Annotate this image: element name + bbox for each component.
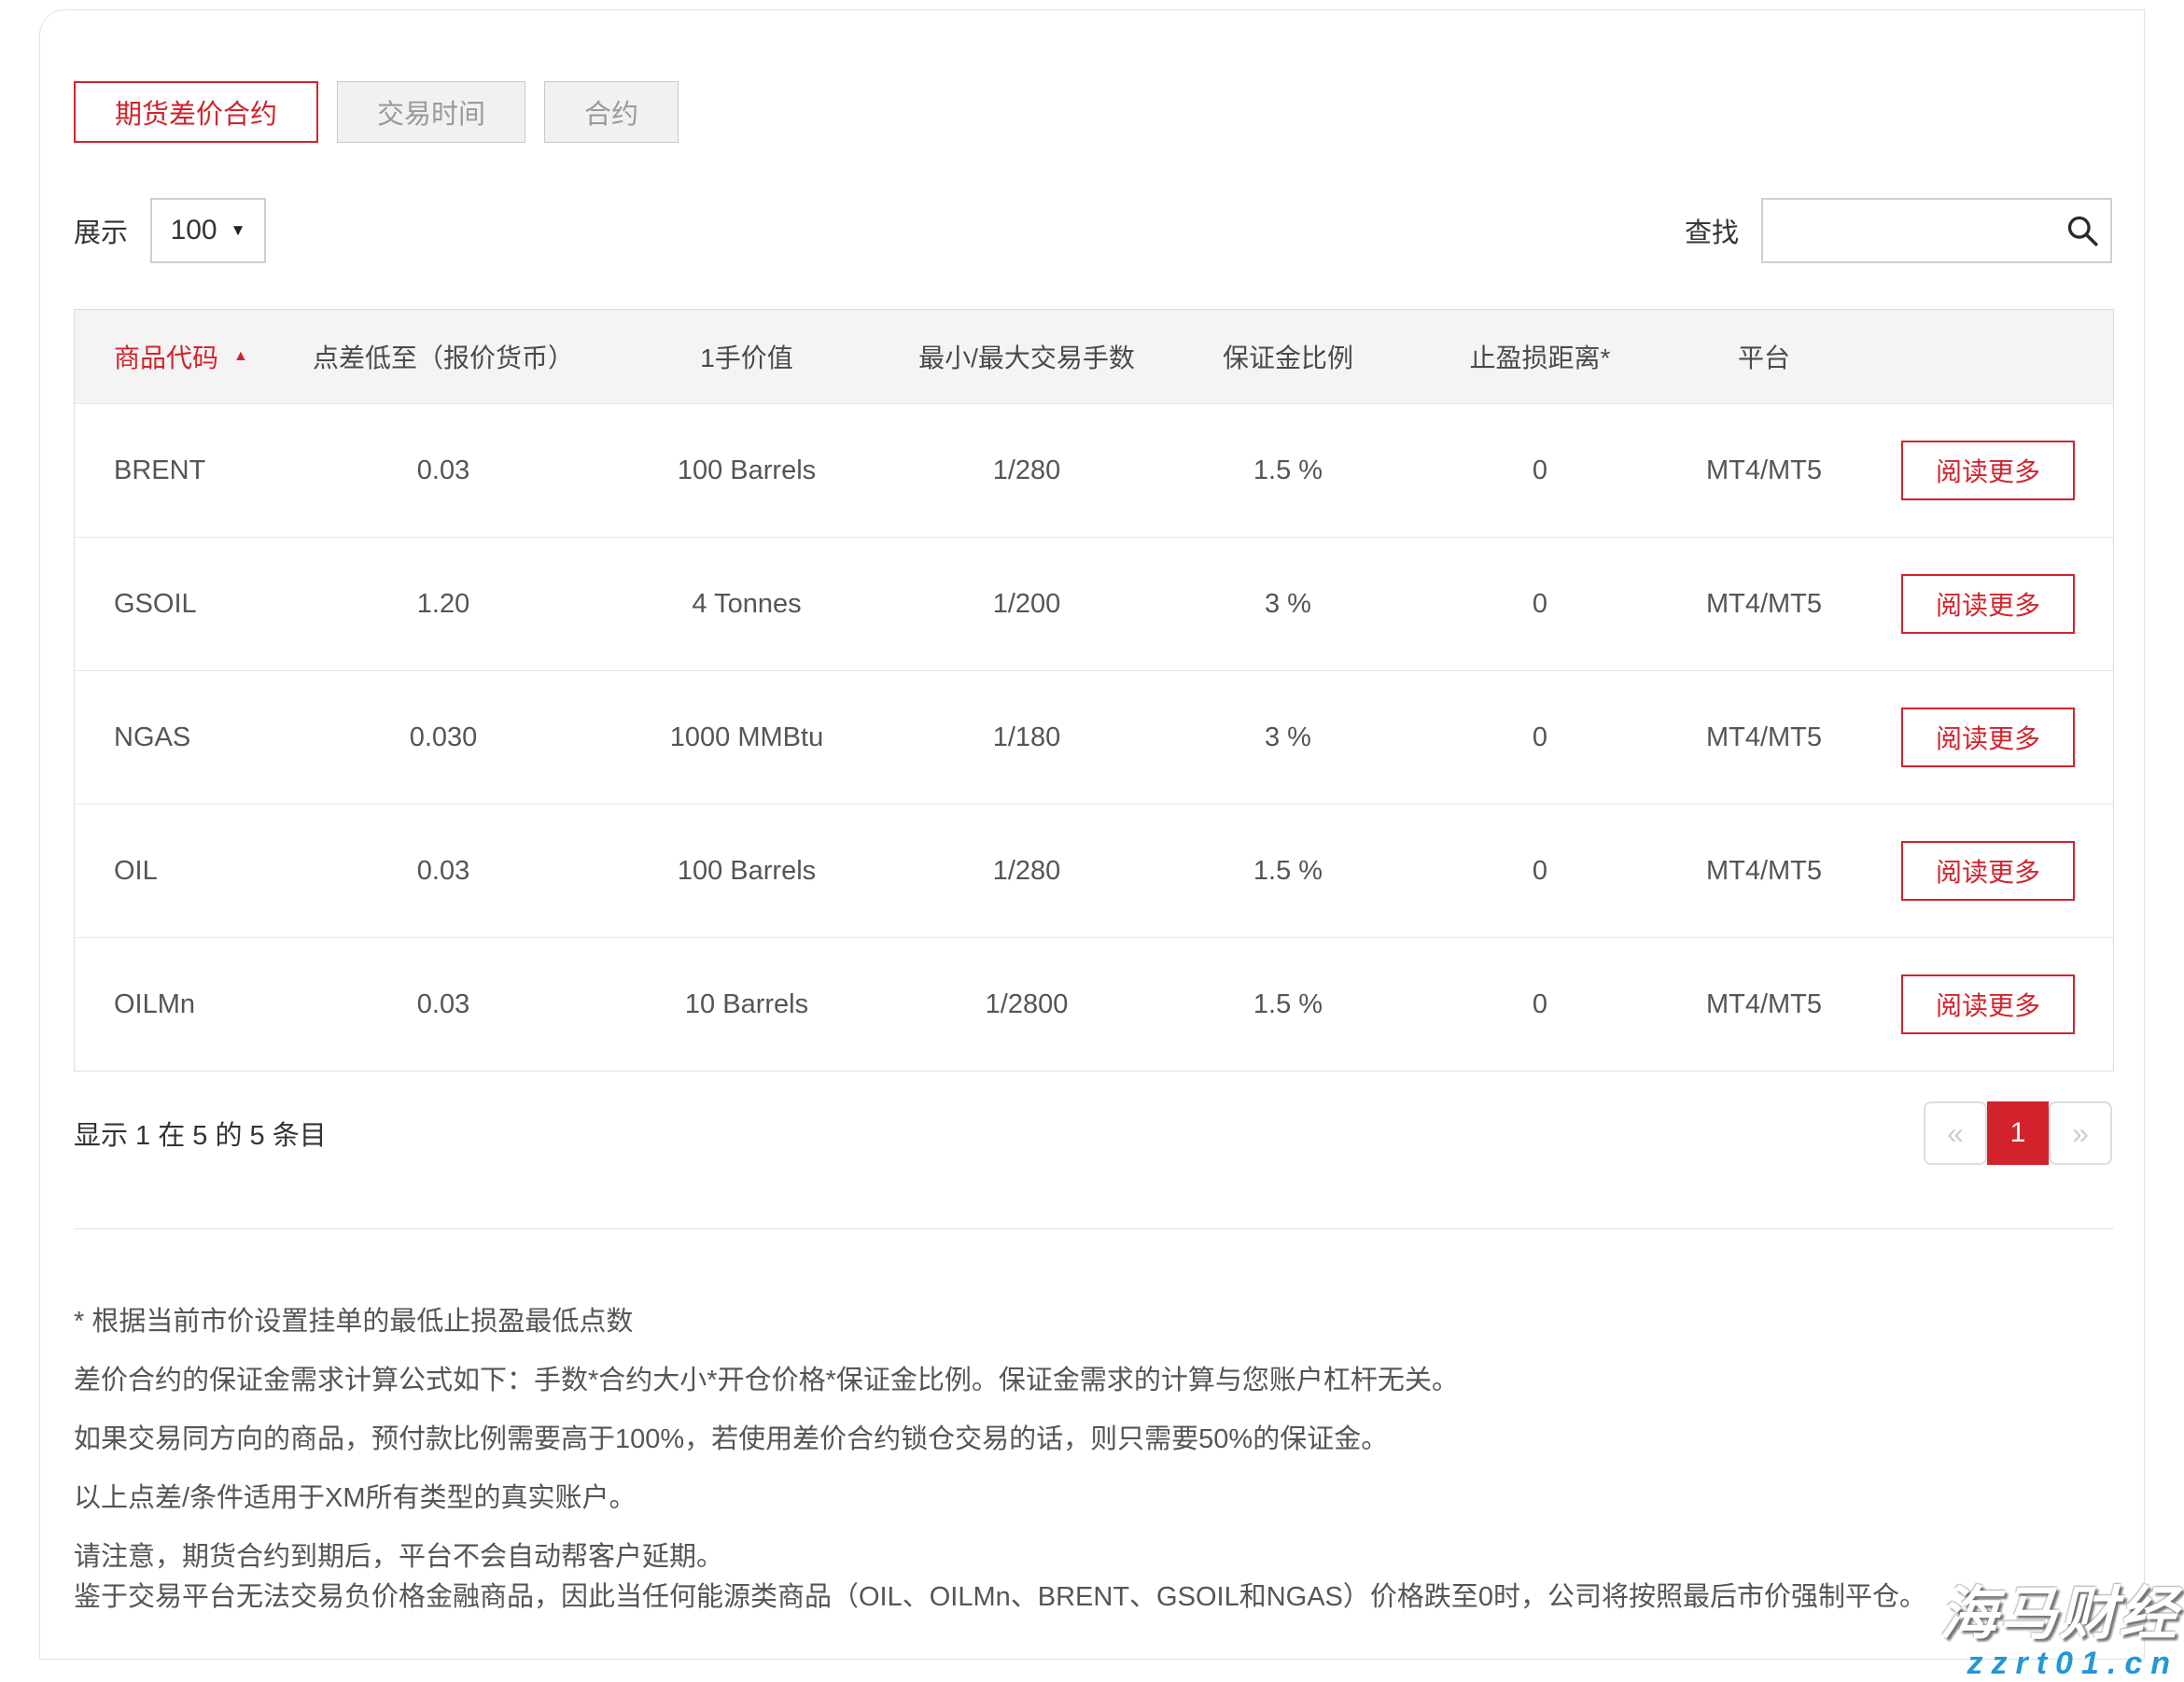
table-controls: 展示 100 ▼ 查找 — [74, 197, 2112, 264]
cell-lot-value: 100 Barrels — [597, 856, 896, 887]
cell-stop-distance: 0 — [1419, 989, 1661, 1020]
cell-min-max: 1/200 — [896, 589, 1157, 620]
cell-margin: 1.5 % — [1157, 989, 1419, 1020]
cell-platform: MT4/MT5 — [1661, 456, 1867, 486]
cell-spread: 0.030 — [289, 722, 597, 753]
cell-actions: 阅读更多 — [1867, 974, 2109, 1034]
footnote-stop-level: * 根据当前市价设置挂单的最低止损盈最低点数 — [74, 1306, 2052, 1339]
footnote-negative-prices: 鉴于交易平台无法交易负价格金融商品，因此当任何能源类商品（OIL、OILMn、B… — [74, 1581, 2052, 1614]
page-size-control: 展示 100 ▼ — [74, 198, 266, 263]
footnote-margin-formula: 差价合约的保证金需求计算公式如下：手数*合约大小*开仓价格*保证金比例。保证金需… — [74, 1365, 2052, 1397]
table-row-gsoil: GSOIL 1.20 4 Tonnes 1/200 3 % 0 MT4/MT5 … — [75, 537, 2113, 670]
divider — [74, 1228, 2114, 1229]
cell-margin: 3 % — [1157, 722, 1419, 753]
sort-asc-icon: ▲ — [233, 348, 248, 365]
read-more-button[interactable]: 阅读更多 — [1901, 441, 2075, 500]
cell-margin: 1.5 % — [1157, 456, 1419, 486]
instruments-table: 商品代码 ▲ 点差低至（报价货币） 1手价值 最小/最大交易手数 保证金比例 止… — [74, 309, 2114, 1072]
cell-lot-value: 100 Barrels — [597, 456, 896, 486]
cell-spread: 0.03 — [289, 856, 597, 887]
page-size-select[interactable]: 100 ▼ — [150, 198, 266, 263]
cell-actions: 阅读更多 — [1867, 708, 2109, 767]
cell-lot-value: 1000 MMBtu — [597, 722, 896, 753]
cell-symbol: NGAS — [75, 722, 289, 753]
search-input[interactable] — [1761, 198, 2112, 263]
cell-actions: 阅读更多 — [1867, 441, 2109, 500]
cell-platform: MT4/MT5 — [1661, 589, 1867, 620]
read-more-button[interactable]: 阅读更多 — [1901, 708, 2075, 767]
column-header-margin[interactable]: 保证金比例 — [1157, 338, 1419, 375]
search-control: 查找 — [1685, 198, 2112, 263]
watermark-title: 海马财经 — [1939, 1585, 2178, 1645]
pagination: 显示 1 在 5 的 5 条目 « 1 » — [74, 1100, 2112, 1166]
cell-min-max: 1/180 — [896, 722, 1157, 753]
cell-platform: MT4/MT5 — [1661, 856, 1867, 887]
tab-trading-hours[interactable]: 交易时间 — [337, 81, 525, 143]
cell-actions: 阅读更多 — [1867, 841, 2109, 901]
page-size-value: 100 — [171, 215, 217, 246]
entries-summary: 显示 1 在 5 的 5 条目 — [74, 1114, 327, 1153]
search-box — [1761, 198, 2112, 263]
cell-stop-distance: 0 — [1419, 589, 1661, 620]
read-more-button[interactable]: 阅读更多 — [1901, 574, 2075, 634]
column-header-lot-value[interactable]: 1手价值 — [597, 338, 896, 375]
cell-symbol: BRENT — [75, 456, 289, 486]
cell-spread: 1.20 — [289, 589, 597, 620]
cell-spread: 0.03 — [289, 456, 597, 486]
chevron-down-icon: ▼ — [231, 221, 246, 240]
watermark-site: zzrt01.cn — [1939, 1645, 2178, 1682]
column-header-min-max[interactable]: 最小/最大交易手数 — [896, 338, 1157, 375]
cell-stop-distance: 0 — [1419, 456, 1661, 486]
table-row-ngas: NGAS 0.030 1000 MMBtu 1/180 3 % 0 MT4/MT… — [75, 670, 2113, 804]
prev-page-button[interactable]: « — [1924, 1101, 1987, 1165]
tab-contracts[interactable]: 合约 — [544, 81, 679, 143]
column-header-symbol-label: 商品代码 — [114, 338, 218, 375]
cell-symbol: GSOIL — [75, 589, 289, 620]
search-label: 查找 — [1685, 211, 1739, 250]
footnote-expiry: 请注意，期货合约到期后，平台不会自动帮客户延期。 — [74, 1541, 2052, 1574]
read-more-button[interactable]: 阅读更多 — [1901, 974, 2075, 1034]
page-1-button[interactable]: 1 — [1987, 1101, 2049, 1165]
pager: « 1 » — [1924, 1101, 2112, 1165]
cell-lot-value: 10 Barrels — [597, 989, 896, 1020]
read-more-button[interactable]: 阅读更多 — [1901, 841, 2075, 901]
cell-spread: 0.03 — [289, 989, 597, 1020]
tab-futures-cfd[interactable]: 期货差价合约 — [74, 81, 318, 143]
cell-lot-value: 4 Tonnes — [597, 589, 896, 620]
cell-stop-distance: 0 — [1419, 722, 1661, 753]
cell-symbol: OIL — [75, 856, 289, 887]
cell-min-max: 1/280 — [896, 856, 1157, 887]
cell-stop-distance: 0 — [1419, 856, 1661, 887]
cell-margin: 1.5 % — [1157, 856, 1419, 887]
cell-platform: MT4/MT5 — [1661, 989, 1867, 1020]
table-row-oil: OIL 0.03 100 Barrels 1/280 1.5 % 0 MT4/M… — [75, 804, 2113, 937]
column-header-spread[interactable]: 点差低至（报价货币） — [289, 338, 597, 375]
cell-platform: MT4/MT5 — [1661, 722, 1867, 753]
table-row-brent: BRENT 0.03 100 Barrels 1/280 1.5 % 0 MT4… — [75, 403, 2113, 537]
search-icon — [2065, 214, 2099, 247]
cell-actions: 阅读更多 — [1867, 574, 2109, 634]
watermark: 海马财经 zzrt01.cn — [1939, 1585, 2178, 1682]
column-header-platform[interactable]: 平台 — [1661, 338, 1867, 375]
footnote-account-types: 以上点差/条件适用于XM所有类型的真实账户。 — [74, 1482, 2052, 1515]
cell-symbol: OILMn — [75, 989, 289, 1020]
column-header-stop-distance[interactable]: 止盈损距离* — [1419, 338, 1661, 375]
cell-margin: 3 % — [1157, 589, 1419, 620]
next-page-button[interactable]: » — [2049, 1101, 2112, 1165]
footnote-hedged-margin: 如果交易同方向的商品，预付款比例需要高于100%，若使用差价合约锁仓交易的话，则… — [74, 1423, 2052, 1456]
table-header-row: 商品代码 ▲ 点差低至（报价货币） 1手价值 最小/最大交易手数 保证金比例 止… — [75, 310, 2113, 403]
show-label: 展示 — [74, 211, 128, 250]
footnotes: * 根据当前市价设置挂单的最低止损盈最低点数 差价合约的保证金需求计算公式如下：… — [74, 1306, 2052, 1614]
content-card: 期货差价合约 交易时间 合约 展示 100 ▼ 查找 — [39, 9, 2145, 1660]
cell-min-max: 1/280 — [896, 456, 1157, 486]
column-header-symbol[interactable]: 商品代码 ▲ — [75, 338, 289, 375]
table-row-oilmn: OILMn 0.03 10 Barrels 1/2800 1.5 % 0 MT4… — [75, 937, 2113, 1071]
tab-bar: 期货差价合约 交易时间 合约 — [74, 81, 679, 143]
cell-min-max: 1/2800 — [896, 989, 1157, 1020]
